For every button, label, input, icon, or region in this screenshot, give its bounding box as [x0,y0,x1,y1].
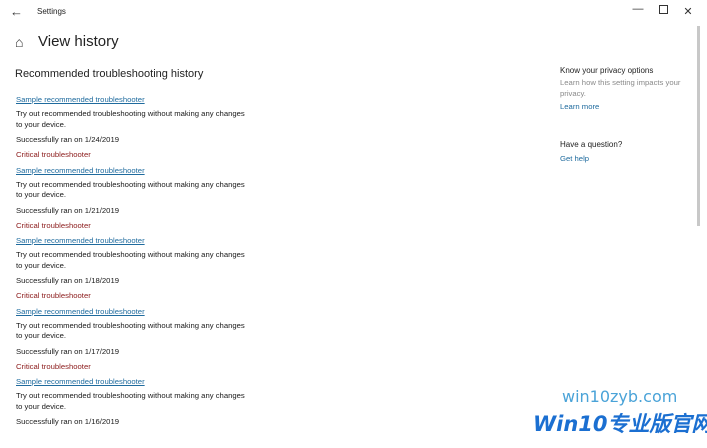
run-status: Successfully ran on 1/24/2019 [16,135,119,144]
troubleshooter-type: Critical troubleshooter [16,150,91,159]
question-heading: Have a question? [560,140,623,149]
run-status: Successfully ran on 1/17/2019 [16,346,119,356]
troubleshooter-link[interactable]: Sample recommended troubleshooter [16,377,145,386]
scrollbar[interactable] [697,26,700,226]
troubleshooter-description: Try out recommended troubleshooting with… [16,250,245,270]
history-item: Sample recommended troubleshooter Try ou… [16,236,276,307]
back-arrow-icon[interactable]: ← [10,4,23,19]
troubleshooter-type: Critical troubleshooter [16,220,91,230]
history-item: Sample recommended troubleshooter Try ou… [16,307,276,378]
window-title: Settings [37,7,66,16]
troubleshooter-link[interactable]: Sample recommended troubleshooter [16,95,145,104]
maximize-icon[interactable] [656,5,670,17]
troubleshooter-link[interactable]: Sample recommended troubleshooter [16,166,145,175]
privacy-heading: Know your privacy options [560,66,654,75]
title-bar: ← Settings — ✕ [0,0,707,26]
get-help-link[interactable]: Get help [560,154,622,163]
home-icon[interactable]: ⌂ [15,34,23,50]
troubleshooter-link[interactable]: Sample recommended troubleshooter [16,236,145,245]
troubleshooter-description: Try out recommended troubleshooting with… [16,109,245,129]
privacy-description: Learn how this setting impacts your priv… [560,78,681,98]
page-title: View history [38,33,119,50]
history-item: Sample recommended troubleshooter Try ou… [16,95,276,166]
troubleshooting-history-list: Sample recommended troubleshooter Try ou… [16,95,276,448]
related-settings-panel: Know your privacy options Learn how this… [560,66,690,163]
watermark-site: win10zyb.com [562,387,678,406]
troubleshooter-type: Critical troubleshooter [16,291,91,300]
troubleshooter-description: Try out recommended troubleshooting with… [16,179,245,200]
learn-more-link[interactable]: Learn more [560,102,690,111]
run-status: Successfully ran on 1/21/2019 [16,205,119,215]
section-heading: Recommended troubleshooting history [15,68,204,80]
question-section: Have a question? Get help [560,140,622,163]
run-status: Successfully ran on 1/18/2019 [16,276,119,285]
run-status: Successfully ran on 1/16/2019 [16,417,119,426]
troubleshooter-link[interactable]: Sample recommended troubleshooter [16,307,145,316]
minimize-icon[interactable]: — [631,3,645,15]
close-icon[interactable]: ✕ [681,5,695,18]
history-item: Sample recommended troubleshooter Try ou… [16,166,276,237]
watermark-logo: Win10专业版官网 [533,408,707,436]
troubleshooter-description: Try out recommended troubleshooting with… [16,391,245,411]
troubleshooter-type: Critical troubleshooter [16,361,91,371]
watermark-logo-text: Win10专业版官网 [533,412,707,436]
troubleshooter-description: Try out recommended troubleshooting with… [16,320,245,341]
